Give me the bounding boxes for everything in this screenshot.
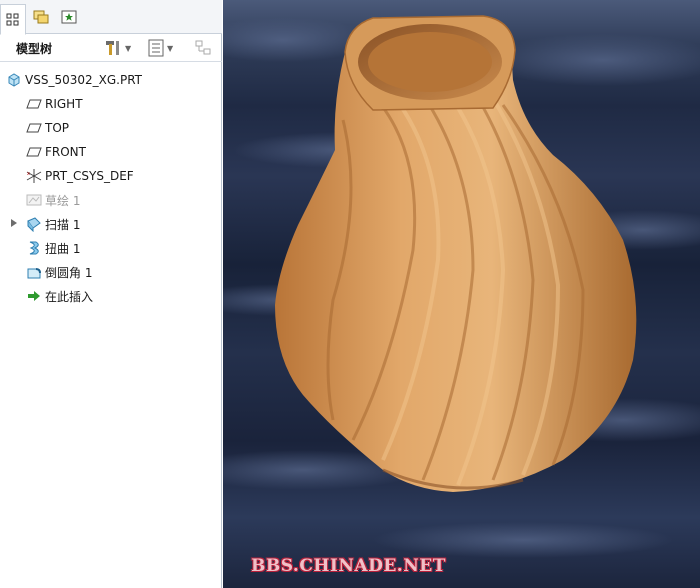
viewport-scene: [223, 15, 700, 558]
chevron-down-icon: ▼: [125, 43, 132, 53]
tree-item-label: 在此插入: [45, 289, 94, 304]
navigator-tab-strip: [0, 0, 222, 35]
tree-item-part[interactable]: VSS_50302_XG.PRT: [0, 70, 220, 90]
tree-item-label: FRONT: [45, 145, 86, 159]
watermark-text: BBS.CHINADE.NET: [251, 556, 446, 576]
tree-item-sweep[interactable]: 扫描 1: [0, 214, 220, 234]
list-icon: [148, 39, 164, 57]
tree-item-round[interactable]: 倒圆角 1: [0, 262, 220, 282]
filter-button[interactable]: [194, 38, 214, 58]
coordinate-system-icon: x: [26, 168, 42, 184]
model-tree-title: 模型树: [16, 42, 53, 56]
graphics-viewport[interactable]: BBS.CHINADE.NET: [223, 0, 700, 588]
datum-plane-icon: [26, 96, 42, 112]
tree-item-label: VSS_50302_XG.PRT: [25, 73, 142, 87]
tools-icon: [106, 41, 119, 55]
show-dropdown-button[interactable]: ▼: [148, 38, 173, 58]
filter-icon: [195, 40, 211, 55]
tree-item-label: 扫描 1: [45, 217, 81, 232]
settings-dropdown-button[interactable]: ▼: [104, 38, 131, 58]
model-tree-icon: [6, 13, 19, 25]
tree-item-right-plane[interactable]: RIGHT: [0, 94, 220, 114]
chevron-down-icon: ▼: [167, 43, 174, 53]
part-icon: [6, 72, 22, 88]
datum-plane-icon: [26, 120, 42, 136]
sweep-icon: [26, 216, 42, 232]
tab-favorites[interactable]: [56, 4, 82, 30]
twist-icon: [26, 240, 42, 256]
tree-item-top-plane[interactable]: TOP: [0, 118, 220, 138]
vase-model[interactable]: [275, 15, 637, 492]
model-tree-header: 模型树 ▼ ▼: [0, 34, 222, 62]
favorites-icon: [61, 10, 77, 24]
expand-arrow-icon[interactable]: [11, 219, 17, 227]
tree-item-twist[interactable]: 扭曲 1: [0, 238, 220, 258]
tree-item-csys[interactable]: x PRT_CSYS_DEF: [0, 166, 220, 186]
tree-item-label: TOP: [45, 121, 70, 135]
tree-item-label: PRT_CSYS_DEF: [45, 169, 134, 183]
tree-item-label: 倒圆角 1: [45, 265, 93, 280]
insert-here-arrow-icon: [26, 288, 42, 304]
tab-folder-browser[interactable]: [28, 4, 54, 30]
tree-item-label: 扭曲 1: [45, 241, 81, 256]
tree-item-insert-here[interactable]: 在此插入: [0, 286, 220, 306]
tree-item-label: 草绘 1: [45, 193, 81, 208]
svg-text:x: x: [27, 171, 30, 177]
tree-item-label: RIGHT: [45, 97, 83, 111]
round-icon: [26, 264, 42, 280]
sketch-icon: [26, 192, 42, 208]
tab-model-tree[interactable]: [0, 4, 26, 35]
tree-item-sketch[interactable]: 草绘 1: [0, 190, 220, 210]
folder-browser-icon: [33, 10, 49, 24]
tree-item-front-plane[interactable]: FRONT: [0, 142, 220, 162]
navigator-panel: 模型树 ▼ ▼ VSS_50302_XG.PRT RIGHT TOP FRONT…: [0, 0, 222, 588]
datum-plane-icon: [26, 144, 42, 160]
